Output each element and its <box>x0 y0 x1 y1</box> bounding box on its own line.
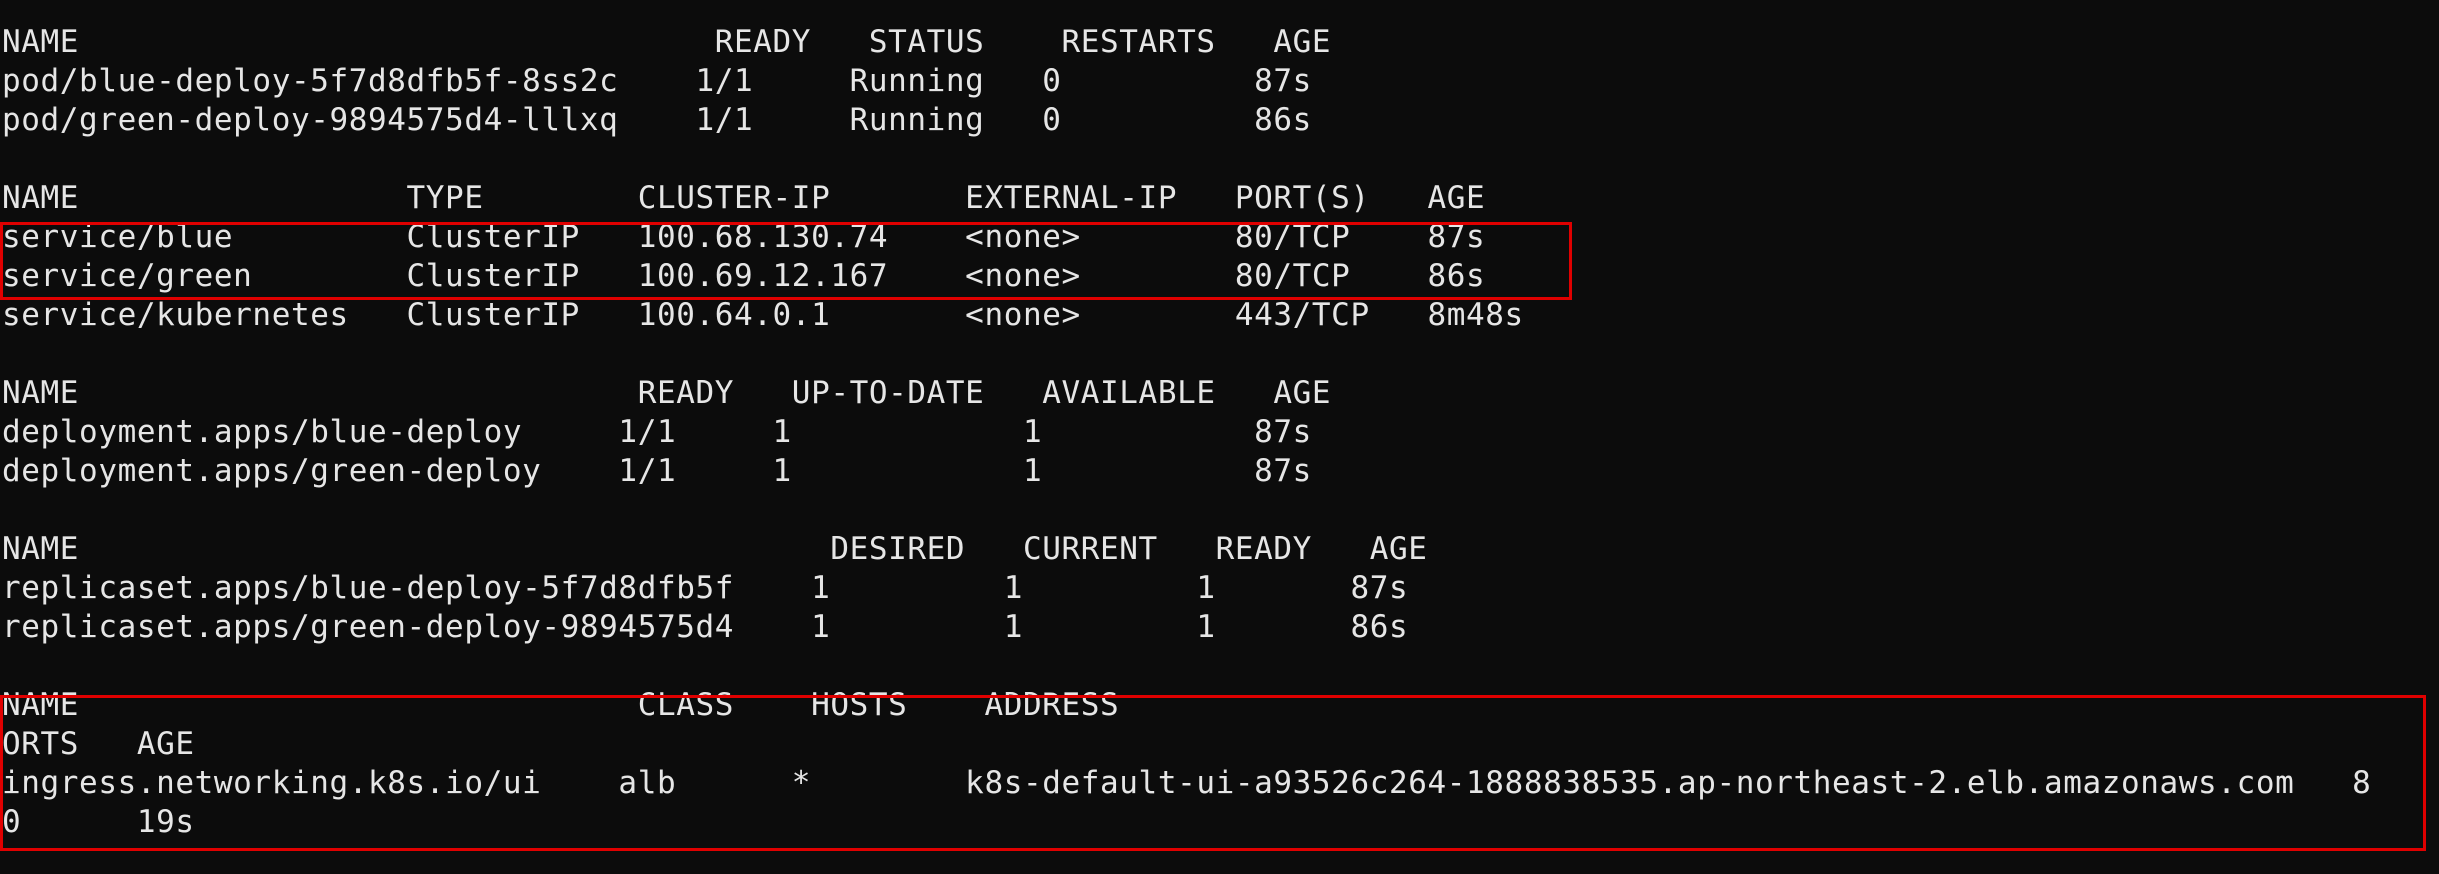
service-blue-row: service/blue ClusterIP 100.68.130.74 <no… <box>2 219 1486 255</box>
deployment-green-row: deployment.apps/green-deploy 1/1 1 1 87s <box>2 453 1312 489</box>
deployment-header-row: NAME READY UP-TO-DATE AVAILABLE AGE <box>2 375 1332 411</box>
replicaset-green-row: replicaset.apps/green-deploy-9894575d4 1… <box>2 609 1409 645</box>
service-green-row: service/green ClusterIP 100.69.12.167 <n… <box>2 258 1486 294</box>
ingress-ui-row: ingress.networking.k8s.io/ui alb * k8s-d… <box>2 765 2372 801</box>
pod-blue-row: pod/blue-deploy-5f7d8dfb5f-8ss2c 1/1 Run… <box>2 63 1312 99</box>
service-header-row: NAME TYPE CLUSTER-IP EXTERNAL-IP PORT(S)… <box>2 180 1486 216</box>
deployment-blue-row: deployment.apps/blue-deploy 1/1 1 1 87s <box>2 414 1312 450</box>
pod-header-row: NAME READY STATUS RESTARTS AGE <box>2 24 1332 60</box>
pod-green-row: pod/green-deploy-9894575d4-lllxq 1/1 Run… <box>2 102 1312 138</box>
service-kubernetes-row: service/kubernetes ClusterIP 100.64.0.1 … <box>2 297 1524 333</box>
ingress-header-row: NAME CLASS HOSTS ADDRESS P <box>2 687 2439 723</box>
replicaset-blue-row: replicaset.apps/blue-deploy-5f7d8dfb5f 1… <box>2 570 1409 606</box>
ingress-header-wrap-row: ORTS AGE <box>2 726 195 762</box>
terminal-output[interactable]: NAME READY STATUS RESTARTS AGE pod/blue-… <box>0 0 2439 874</box>
ingress-ui-wrap-row: 0 19s <box>2 804 195 840</box>
replicaset-header-row: NAME DESIRED CURRENT READY AGE <box>2 531 1428 567</box>
